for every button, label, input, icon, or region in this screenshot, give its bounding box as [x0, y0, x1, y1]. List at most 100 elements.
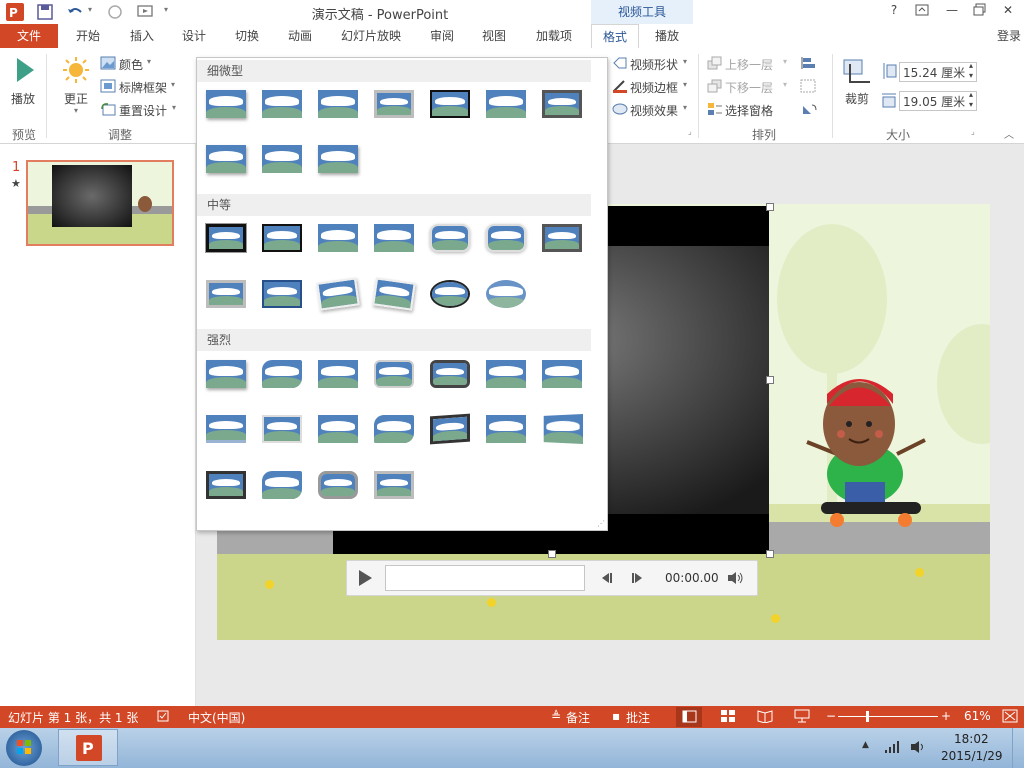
show-hidden-icons-icon[interactable]: ▲ — [862, 740, 869, 750]
notes-button[interactable]: 备注 — [566, 709, 590, 726]
video-style-option[interactable] — [206, 415, 246, 443]
tab-slideshow[interactable]: 幻灯片放映 — [334, 24, 408, 48]
reset-design-button[interactable]: 重置设计 — [119, 102, 167, 119]
zoom-level[interactable]: 61% — [964, 709, 991, 723]
skip-forward-icon[interactable] — [631, 572, 645, 587]
tab-design[interactable]: 设计 — [172, 24, 216, 48]
video-shape-button[interactable]: 视频形状 — [630, 56, 678, 73]
poster-frame-icon[interactable] — [100, 79, 116, 96]
play-icon[interactable] — [357, 569, 373, 590]
video-border-button[interactable]: 视频边框 — [630, 79, 678, 96]
video-style-option[interactable] — [543, 413, 584, 445]
language-indicator[interactable]: 中文(中国) — [188, 709, 245, 726]
chevron-down-icon[interactable]: ▾ — [171, 80, 175, 89]
tab-home[interactable]: 开始 — [66, 24, 110, 48]
slide-sorter-icon[interactable] — [720, 709, 736, 726]
comments-icon[interactable]: ▪ — [612, 709, 620, 723]
video-style-option[interactable] — [262, 145, 302, 173]
video-style-option[interactable] — [206, 360, 246, 388]
spinner-arrows-icon[interactable]: ▴ ▾ — [969, 61, 973, 81]
video-style-option[interactable] — [318, 415, 358, 443]
video-style-option[interactable] — [318, 360, 358, 388]
video-style-option[interactable] — [486, 90, 526, 118]
restore-icon[interactable] — [970, 3, 990, 21]
start-button[interactable] — [6, 730, 42, 766]
zoom-out-icon[interactable]: − — [826, 709, 836, 723]
dialog-launcher-icon[interactable]: ⌟ — [688, 127, 692, 136]
normal-view-icon[interactable] — [676, 707, 702, 727]
chevron-down-icon[interactable]: ▾ — [147, 57, 151, 66]
tab-review[interactable]: 审阅 — [420, 24, 464, 48]
rotate-icon[interactable] — [800, 102, 822, 119]
video-style-option[interactable] — [262, 224, 302, 252]
video-border-icon[interactable] — [612, 79, 628, 96]
video-style-option[interactable] — [374, 415, 414, 443]
chevron-down-icon[interactable]: ▾ — [74, 106, 78, 115]
resize-handle[interactable] — [766, 376, 774, 384]
tab-addins[interactable]: 加载项 — [526, 24, 582, 48]
video-style-option[interactable] — [374, 224, 414, 252]
tab-insert[interactable]: 插入 — [120, 24, 164, 48]
resize-handle[interactable] — [548, 550, 556, 558]
video-style-option[interactable] — [372, 277, 416, 311]
chevron-down-icon[interactable]: ▾ — [683, 103, 687, 112]
taskbar-powerpoint[interactable]: P — [58, 729, 118, 766]
tab-format[interactable]: 格式 — [591, 24, 639, 48]
zoom-slider[interactable] — [838, 716, 938, 717]
video-effects-button[interactable]: 视频效果 — [630, 102, 678, 119]
video-style-option[interactable] — [430, 224, 470, 252]
video-style-option[interactable] — [542, 224, 582, 252]
chevron-down-icon[interactable]: ▾ — [783, 57, 787, 66]
comments-button[interactable]: 批注 — [626, 709, 650, 726]
video-style-option[interactable] — [318, 90, 358, 118]
resize-grip-icon[interactable]: ⋰ — [597, 519, 605, 528]
video-style-option[interactable] — [206, 145, 246, 173]
tab-playback[interactable]: 播放 — [645, 24, 689, 48]
resize-handle[interactable] — [766, 203, 774, 211]
help-icon[interactable]: ? — [884, 3, 904, 21]
clock-time[interactable]: 18:02 — [954, 732, 989, 746]
crop-button[interactable]: 裁剪 — [845, 90, 869, 107]
fit-to-window-icon[interactable] — [1002, 709, 1018, 726]
video-effects-icon[interactable] — [612, 102, 628, 119]
reading-view-icon[interactable] — [757, 709, 773, 726]
volume-icon[interactable] — [727, 571, 745, 588]
send-backward-button[interactable]: 下移一层 — [725, 79, 773, 96]
sun-icon[interactable] — [62, 56, 90, 87]
video-style-option[interactable] — [430, 360, 470, 388]
signin-link[interactable]: 登录 — [994, 24, 1024, 48]
zoom-slider-thumb[interactable] — [866, 711, 869, 722]
clock-date[interactable]: 2015/1/29 — [941, 749, 1003, 763]
spell-check-icon[interactable] — [156, 709, 170, 726]
bring-forward-icon[interactable] — [707, 56, 723, 73]
corrections-button[interactable]: 更正 — [64, 90, 88, 107]
group-icon[interactable] — [800, 79, 822, 96]
video-style-option[interactable] — [374, 360, 414, 388]
progress-bar[interactable] — [385, 565, 585, 591]
video-style-option[interactable] — [430, 280, 470, 308]
video-style-option[interactable] — [374, 90, 414, 118]
volume-icon[interactable] — [910, 740, 926, 757]
tab-animations[interactable]: 动画 — [278, 24, 322, 48]
reset-design-icon[interactable] — [100, 102, 116, 119]
video-style-option[interactable] — [486, 415, 526, 443]
video-shape-icon[interactable] — [612, 56, 628, 73]
zoom-in-icon[interactable]: + — [941, 709, 951, 723]
selection-pane-button[interactable]: 选择窗格 — [725, 102, 773, 119]
tab-view[interactable]: 视图 — [472, 24, 516, 48]
crop-icon[interactable] — [842, 58, 872, 89]
video-style-option[interactable] — [262, 360, 302, 388]
selection-pane-icon[interactable] — [707, 102, 723, 119]
width-field[interactable]: 19.05 厘米 ▴ ▾ — [899, 90, 977, 111]
video-style-option[interactable] — [486, 280, 526, 308]
video-style-option[interactable] — [206, 280, 246, 308]
video-style-option[interactable] — [542, 90, 582, 118]
video-style-option[interactable] — [262, 471, 302, 499]
video-style-option[interactable] — [262, 90, 302, 118]
collapse-ribbon-icon[interactable]: ︿ — [1004, 126, 1014, 141]
notes-icon[interactable]: ≜ — [551, 709, 561, 723]
video-style-option[interactable] — [206, 471, 246, 499]
resize-handle[interactable] — [766, 550, 774, 558]
video-style-option[interactable] — [374, 471, 414, 499]
slide-thumbnail[interactable] — [26, 160, 174, 246]
